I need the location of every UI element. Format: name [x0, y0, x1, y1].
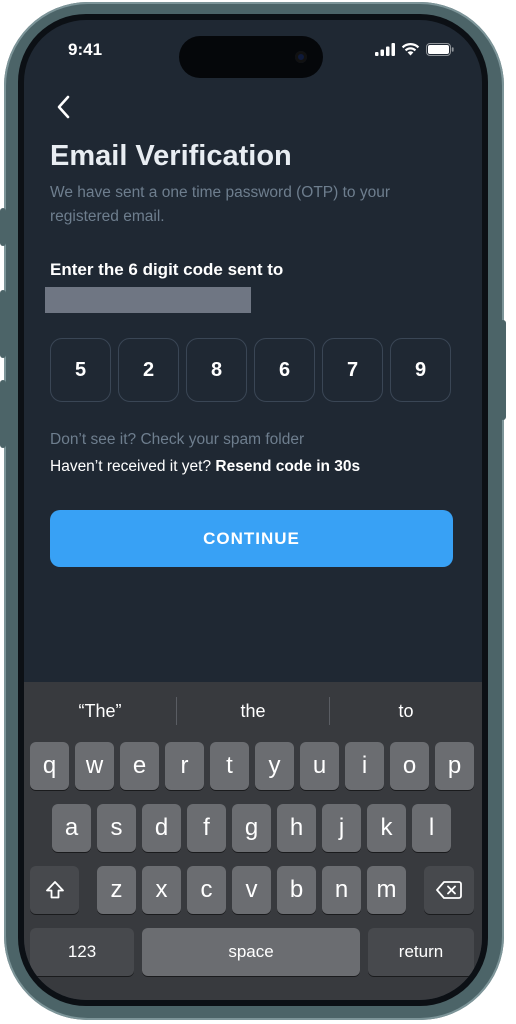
- key-u[interactable]: u: [300, 742, 339, 790]
- otp-digit-1[interactable]: 5: [50, 338, 111, 402]
- resend-code-link[interactable]: Resend code in 30s: [215, 458, 360, 475]
- key-w[interactable]: w: [75, 742, 114, 790]
- otp-input-row: 5 2 8 6 7 9: [50, 338, 451, 402]
- key-i[interactable]: i: [345, 742, 384, 790]
- redacted-email: [45, 287, 251, 313]
- shift-key[interactable]: [30, 866, 79, 914]
- otp-digit-3[interactable]: 8: [186, 338, 247, 402]
- key-j[interactable]: j: [322, 804, 361, 852]
- camera-dot: [295, 51, 307, 63]
- key-a[interactable]: a: [52, 804, 91, 852]
- status-bar: 9:41: [24, 20, 482, 80]
- otp-digit-5[interactable]: 7: [322, 338, 383, 402]
- keyboard: “The” the to q w e r t y u i o p a s d f…: [24, 682, 482, 1000]
- key-l[interactable]: l: [412, 804, 451, 852]
- suggestion-2[interactable]: the: [177, 701, 329, 722]
- key-v[interactable]: v: [232, 866, 271, 914]
- key-e[interactable]: e: [120, 742, 159, 790]
- key-h[interactable]: h: [277, 804, 316, 852]
- key-f[interactable]: f: [187, 804, 226, 852]
- backspace-icon: [436, 881, 462, 899]
- otp-digit-4[interactable]: 6: [254, 338, 315, 402]
- key-k[interactable]: k: [367, 804, 406, 852]
- status-time: 9:41: [68, 40, 103, 59]
- key-p[interactable]: p: [435, 742, 474, 790]
- backspace-key[interactable]: [424, 866, 474, 914]
- screen: 9:41 Email Verification We have sent a o…: [24, 20, 482, 1000]
- otp-digit-2[interactable]: 2: [118, 338, 179, 402]
- volume-up-button: [0, 290, 6, 358]
- dynamic-island: [179, 36, 323, 78]
- volume-down-button: [0, 380, 6, 448]
- resend-prefix: Haven’t received it yet?: [50, 458, 212, 475]
- back-chevron-icon: [57, 95, 70, 119]
- code-prompt-label: Enter the 6 digit code sent to: [50, 260, 284, 279]
- return-key[interactable]: return: [368, 928, 474, 976]
- key-n[interactable]: n: [322, 866, 361, 914]
- power-button: [500, 320, 506, 420]
- key-g[interactable]: g: [232, 804, 271, 852]
- suggestion-3[interactable]: to: [330, 701, 482, 722]
- mute-switch: [0, 208, 6, 246]
- battery-icon: [426, 42, 454, 56]
- signal-icon: [375, 42, 395, 56]
- key-b[interactable]: b: [277, 866, 316, 914]
- key-s[interactable]: s: [97, 804, 136, 852]
- back-button[interactable]: [48, 92, 78, 122]
- key-z[interactable]: z: [97, 866, 136, 914]
- numbers-key[interactable]: 123: [30, 928, 134, 976]
- otp-digit-6[interactable]: 9: [390, 338, 451, 402]
- status-icons: [375, 42, 454, 56]
- suggestion-1[interactable]: “The”: [24, 701, 176, 722]
- key-c[interactable]: c: [187, 866, 226, 914]
- wifi-icon: [401, 42, 420, 56]
- page-title: Email Verification: [50, 140, 292, 172]
- key-d[interactable]: d: [142, 804, 181, 852]
- suggestion-bar: “The” the to: [24, 692, 482, 730]
- shift-icon: [45, 881, 64, 899]
- continue-button[interactable]: CONTINUE: [50, 510, 453, 567]
- spam-hint: Don’t see it? Check your spam folder: [50, 431, 305, 448]
- space-key[interactable]: space: [142, 928, 360, 976]
- key-x[interactable]: x: [142, 866, 181, 914]
- key-q[interactable]: q: [30, 742, 69, 790]
- key-t[interactable]: t: [210, 742, 249, 790]
- key-o[interactable]: o: [390, 742, 429, 790]
- key-y[interactable]: y: [255, 742, 294, 790]
- page-subtitle: We have sent a one time password (OTP) t…: [50, 184, 391, 225]
- resend-line: Haven’t received it yet? Resend code in …: [50, 458, 360, 476]
- key-m[interactable]: m: [367, 866, 406, 914]
- key-r[interactable]: r: [165, 742, 204, 790]
